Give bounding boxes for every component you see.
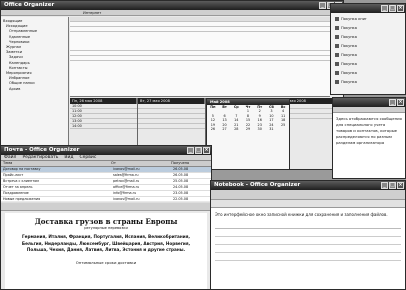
calendar-day[interactable]: 31 <box>266 127 278 131</box>
notebook-lines <box>215 228 401 268</box>
mail-from: office@firma.ru <box>113 185 140 189</box>
contact-item[interactable]: Покупка <box>335 42 403 51</box>
contact-icon <box>335 44 339 48</box>
minimize-icon[interactable]: _ <box>319 2 326 9</box>
close-icon[interactable]: × <box>203 147 210 154</box>
contact-item[interactable]: Покупка <box>335 69 403 78</box>
calendar-day[interactable]: 28 <box>230 127 242 131</box>
notebook-window: Notebook - Office Organizer _ □ × Это инте… <box>210 180 406 290</box>
mail-subject: Договор на поставку <box>3 167 41 171</box>
contact-item[interactable]: Покупка <box>335 51 403 60</box>
mail-date: 23.05.08 <box>173 191 189 195</box>
notebook-toolbar <box>211 190 405 200</box>
contact-icon <box>335 26 339 30</box>
time-slot[interactable]: 14:00 <box>70 124 137 129</box>
mail-document: Доставка грузов в страны Европы регулярн… <box>5 213 207 289</box>
mail-date: 22.05.08 <box>173 197 189 201</box>
preview-pane <box>70 17 330 97</box>
note-window: _ × Здесь отображаются сообщения для спец… <box>332 97 406 179</box>
contact-item[interactable]: Покупка <box>335 33 403 42</box>
minimize-icon[interactable]: _ <box>381 182 388 189</box>
notebook-tabs <box>211 200 405 208</box>
maximize-icon[interactable]: □ <box>195 147 202 154</box>
mail-subject: Прайс-лист <box>3 173 24 177</box>
notebook-titlebar[interactable]: Notebook - Office Organizer _ □ × <box>211 181 405 190</box>
menu-edit[interactable]: Редактировать <box>22 155 58 160</box>
calendar-day[interactable]: 30 <box>254 127 266 131</box>
mail-from: info@firma.ru <box>113 191 137 195</box>
doc-title: Доставка грузов в страны Европы <box>34 217 178 226</box>
mail-rows: Договор на поставку ivanov@mail.ru 26.05.0… <box>1 167 211 203</box>
organizer-titlebar[interactable]: Office Organizer _□× <box>1 1 343 10</box>
mail-subject: Новые предложения <box>3 197 41 201</box>
calendar-days: 1 2 3 4 5 6 7 8 9 10 11 12 13 14 15 16 17 18 19 20 21 22 23 24 2… <box>207 109 289 131</box>
menu-view[interactable]: Вид <box>64 155 73 160</box>
toolbar-field[interactable]: Интернет <box>83 11 101 15</box>
organizer-toolbar: Интернет <box>1 10 343 16</box>
calendar-window: Май 2008 Пн Вт Ср Чт Пт Сб Вс 1 2 3 4 5 6 7 8 9 10 11 12 1… <box>206 98 290 170</box>
close-icon[interactable]: × <box>397 5 404 12</box>
notebook-text[interactable]: Это интерфейсное окно записной книжки дл… <box>211 208 405 222</box>
contact-item[interactable]: Покупка <box>335 60 403 69</box>
contact-item[interactable]: Покупка книг <box>335 15 403 24</box>
calendar-day[interactable]: 26 <box>207 127 219 131</box>
calendar-month: Май 2008 <box>207 99 289 105</box>
contacts-titlebar[interactable]: _ □ × <box>331 4 405 13</box>
editor-toolbar <box>1 203 211 211</box>
close-icon[interactable]: × <box>397 182 404 189</box>
mail-from: petrov@mail.ru <box>113 179 140 183</box>
contacts-list: Покупка книг Покупка Покупка Покупка Пок… <box>331 13 405 89</box>
mail-date: 25.05.08 <box>173 179 189 183</box>
doc-body: Германия, Италия, Франция, Португалия, И… <box>21 234 191 252</box>
mail-title: Почта - Office Organizer <box>4 147 80 153</box>
contact-icon <box>335 53 339 57</box>
contact-icon <box>335 80 339 84</box>
folder-item[interactable]: Архив <box>3 87 66 92</box>
contact-item[interactable]: Покупка <box>335 78 403 87</box>
mail-subject: Отчет за апрель <box>3 185 33 189</box>
notebook-title: Notebook - Office Organizer <box>214 182 301 188</box>
note-titlebar[interactable]: _ × <box>333 98 405 107</box>
mail-subject: Встреча с клиентом <box>3 179 39 183</box>
calendar-day[interactable]: 29 <box>242 127 254 131</box>
minimize-icon[interactable]: _ <box>187 147 194 154</box>
mail-date: 24.05.08 <box>173 185 189 189</box>
minimize-icon[interactable]: _ <box>381 5 388 12</box>
menu-file[interactable]: Файл <box>4 155 16 160</box>
mail-date: 26.05.08 <box>173 167 189 171</box>
column-subject[interactable]: Тема <box>1 161 111 166</box>
column-from[interactable]: От <box>111 161 171 166</box>
calendar-day[interactable]: 27 <box>219 127 231 131</box>
column-received[interactable]: Получено <box>171 161 211 166</box>
minimize-icon[interactable]: _ <box>389 99 396 106</box>
doc-footer: Оптимальные сроки доставки <box>75 259 137 265</box>
doc-subtitle: регулярные перевозки <box>84 226 128 230</box>
preview-row <box>70 56 330 61</box>
preview-row <box>70 27 330 32</box>
close-icon[interactable]: × <box>397 99 404 106</box>
calendar-day[interactable] <box>277 127 289 131</box>
note-text: Здесь отображаются сообщения для специал… <box>336 116 402 145</box>
maximize-icon[interactable]: □ <box>389 182 396 189</box>
contacts-window: _ □ × Покупка книг Покупка Покупка Покупка… <box>330 3 406 95</box>
mail-list: Тема От Получено Договор на поставку ivan… <box>1 161 211 203</box>
mail-subject: Поздравление <box>3 191 29 195</box>
contact-icon <box>335 17 339 21</box>
mail-from: sales@firma.ru <box>113 173 139 177</box>
contact-icon <box>335 62 339 66</box>
mail-titlebar[interactable]: Почта - Office Organizer _ □ × <box>1 146 211 155</box>
contact-icon <box>335 35 339 39</box>
organizer-title: Office Organizer <box>4 2 55 8</box>
mail-from: ivanov@mail.ru <box>113 197 140 201</box>
mail-date: 26.05.08 <box>173 173 189 177</box>
contact-item[interactable]: Покупка <box>335 24 403 33</box>
maximize-icon[interactable]: □ <box>389 5 396 12</box>
time-slot[interactable] <box>138 124 205 129</box>
contact-icon <box>335 71 339 75</box>
mail-from: ivanov@mail.ru <box>113 167 140 171</box>
menu-tools[interactable]: Сервис <box>79 155 96 160</box>
mail-window: Почта - Office Organizer _ □ × Файл Редакт… <box>0 145 212 290</box>
